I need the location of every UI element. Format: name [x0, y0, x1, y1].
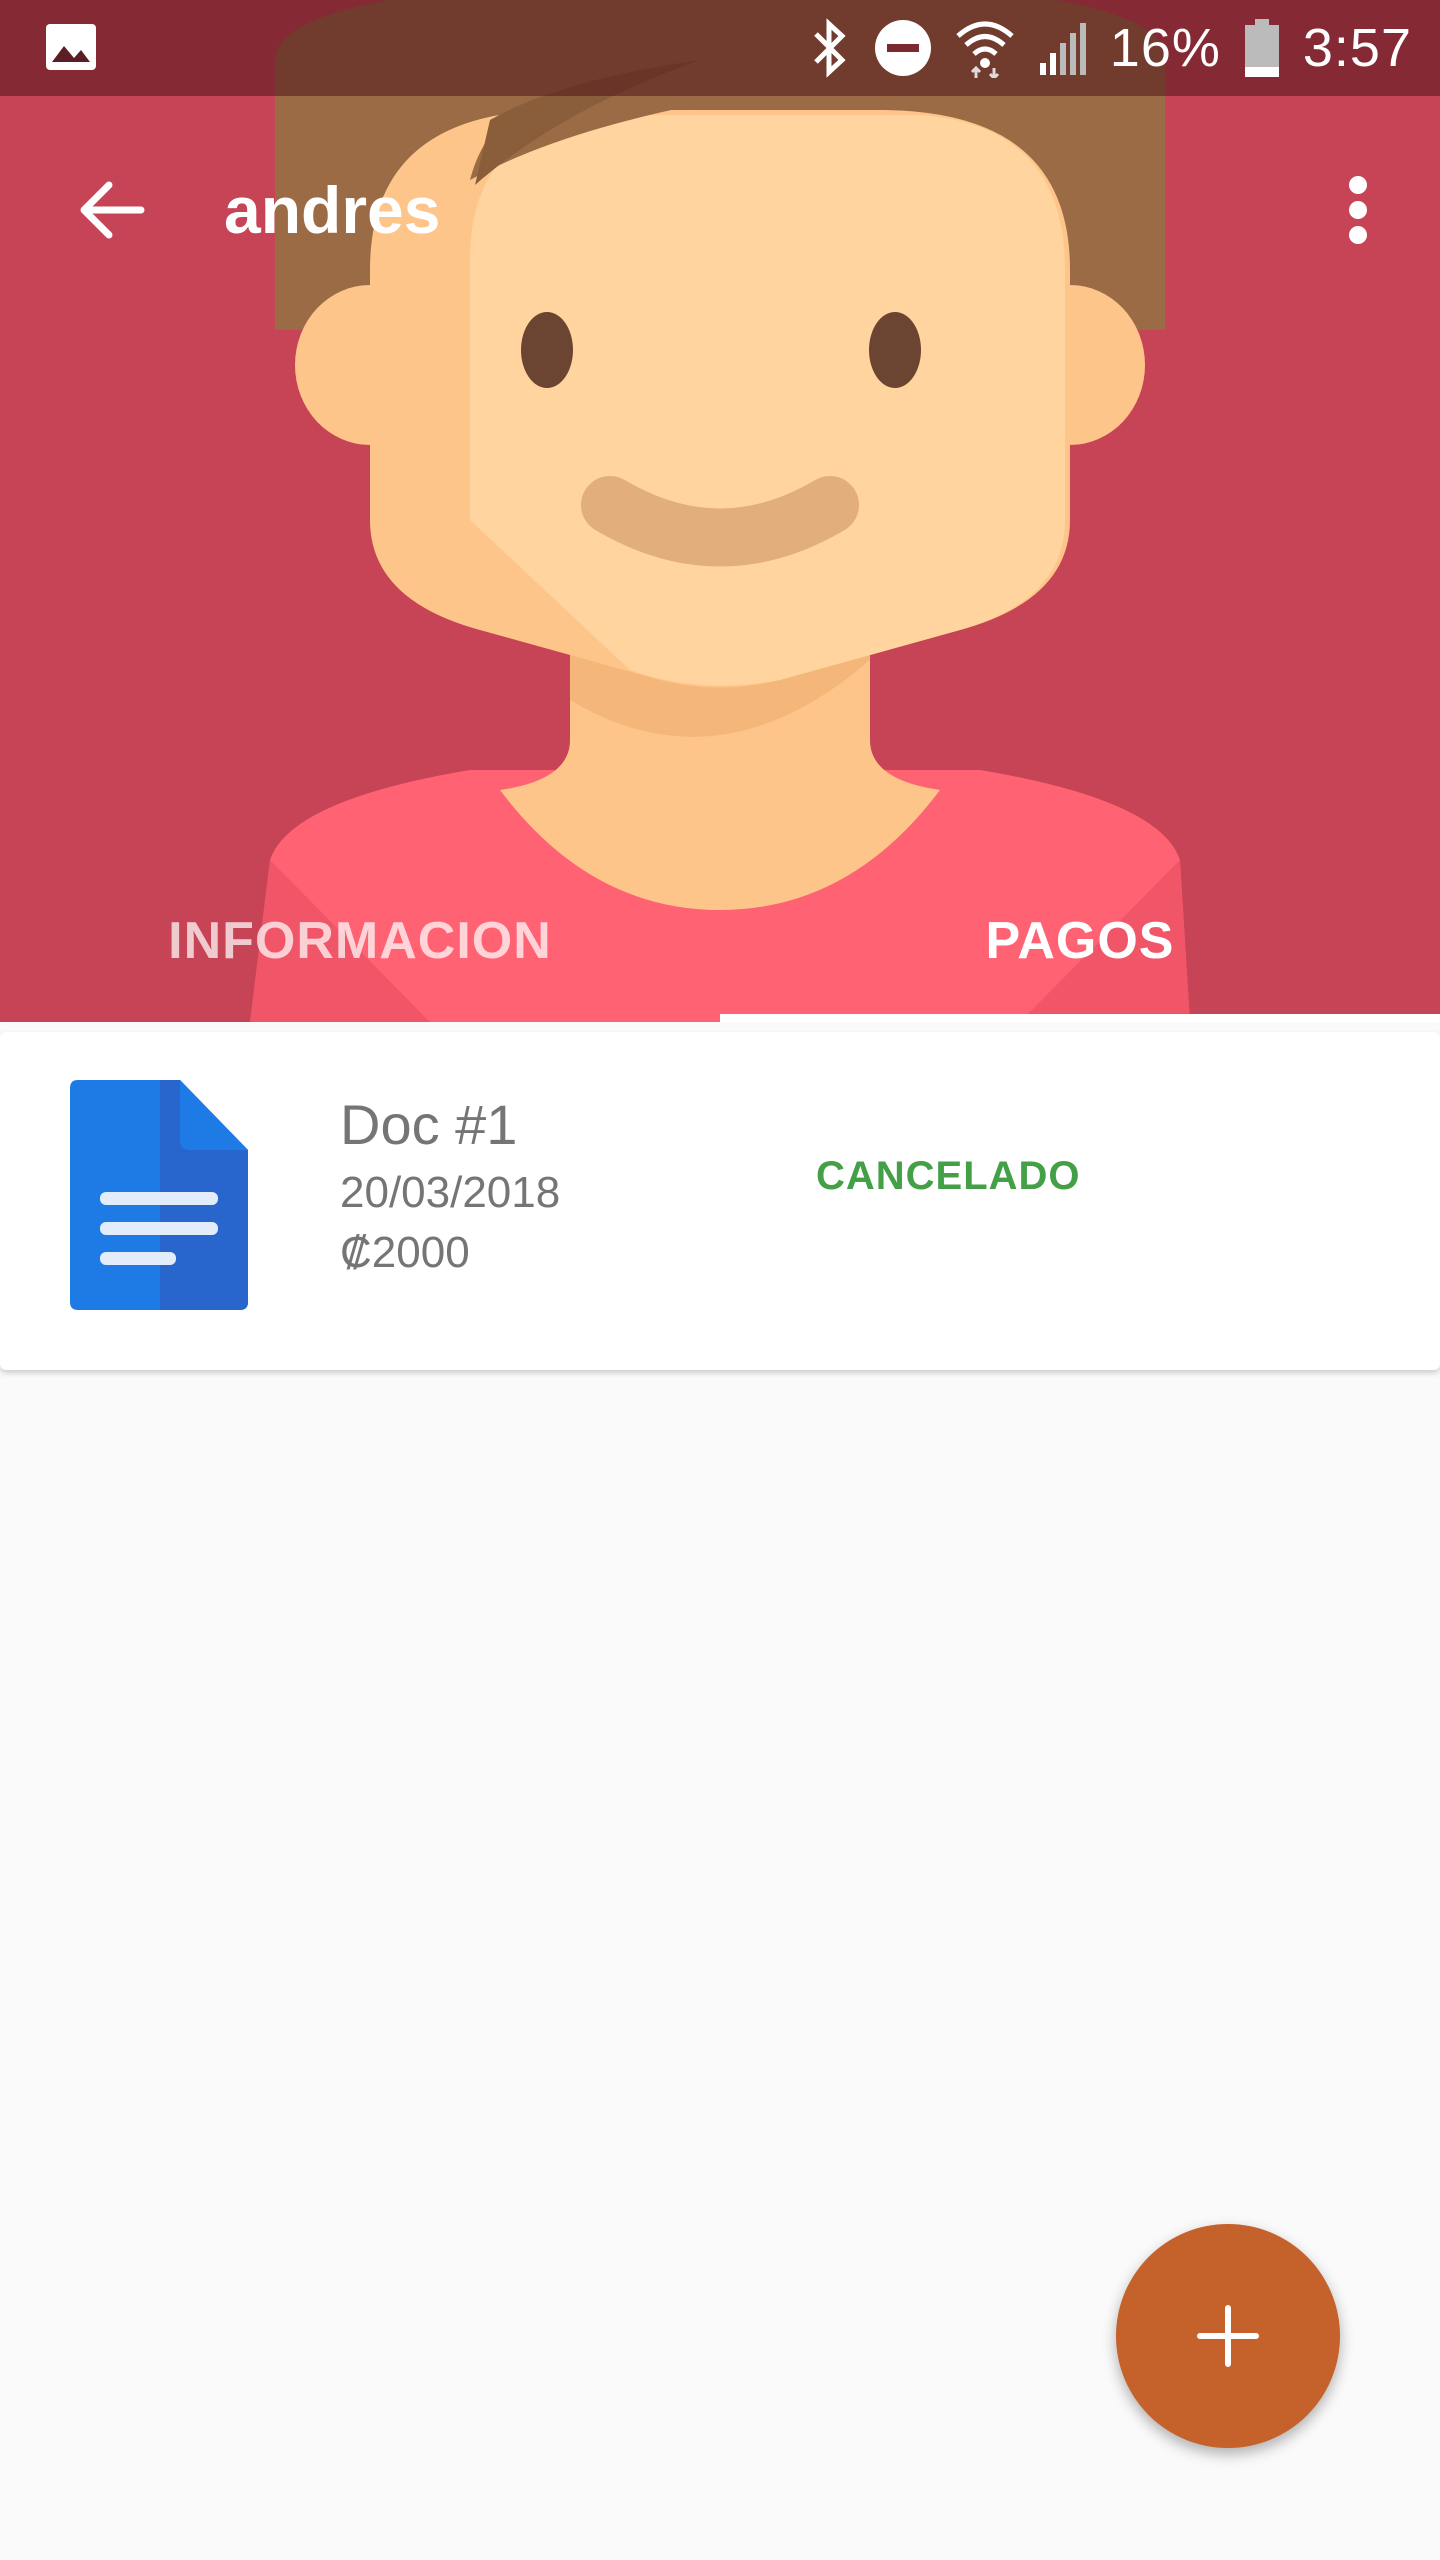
tab-informacion[interactable]: INFORMACION	[0, 860, 720, 1022]
overflow-menu-button[interactable]	[1306, 158, 1410, 262]
payment-card[interactable]: Doc #1 20/03/2018 ₡2000 CANCELADO	[0, 1032, 1440, 1370]
arrow-back-icon	[80, 181, 145, 239]
gallery-icon	[46, 24, 96, 70]
battery-percent: 16%	[1109, 18, 1221, 78]
payment-amount: ₡2000	[340, 1228, 470, 1277]
status-bar: 16% 3:57	[0, 0, 1440, 96]
payment-title: Doc #1	[340, 1093, 518, 1156]
tab-pagos[interactable]: PAGOS	[720, 860, 1440, 1022]
battery-icon	[1244, 19, 1279, 77]
profile-header: 16% 3:57 andres INFORMACION PAGOS	[0, 0, 1440, 1022]
back-button[interactable]	[60, 158, 164, 262]
clock-time: 3:57	[1302, 18, 1412, 78]
more-vert-icon	[1349, 176, 1367, 244]
bluetooth-icon	[814, 18, 846, 78]
status-icons: 16% 3:57	[808, 0, 1412, 96]
add-icon	[1197, 2305, 1259, 2367]
signal-icon	[1039, 23, 1086, 75]
add-payment-button[interactable]	[1116, 2224, 1340, 2448]
tab-bar: INFORMACION PAGOS	[0, 860, 1440, 1022]
document-icon	[70, 1080, 248, 1310]
tab-indicator	[720, 1014, 1440, 1022]
do-not-disturb-icon	[874, 20, 931, 76]
payment-status-badge: CANCELADO	[816, 1154, 1081, 1198]
toolbar: andres	[0, 96, 1440, 320]
payment-date: 20/03/2018	[340, 1168, 561, 1217]
wifi-icon	[956, 21, 1014, 78]
page-title: andres	[224, 173, 441, 247]
